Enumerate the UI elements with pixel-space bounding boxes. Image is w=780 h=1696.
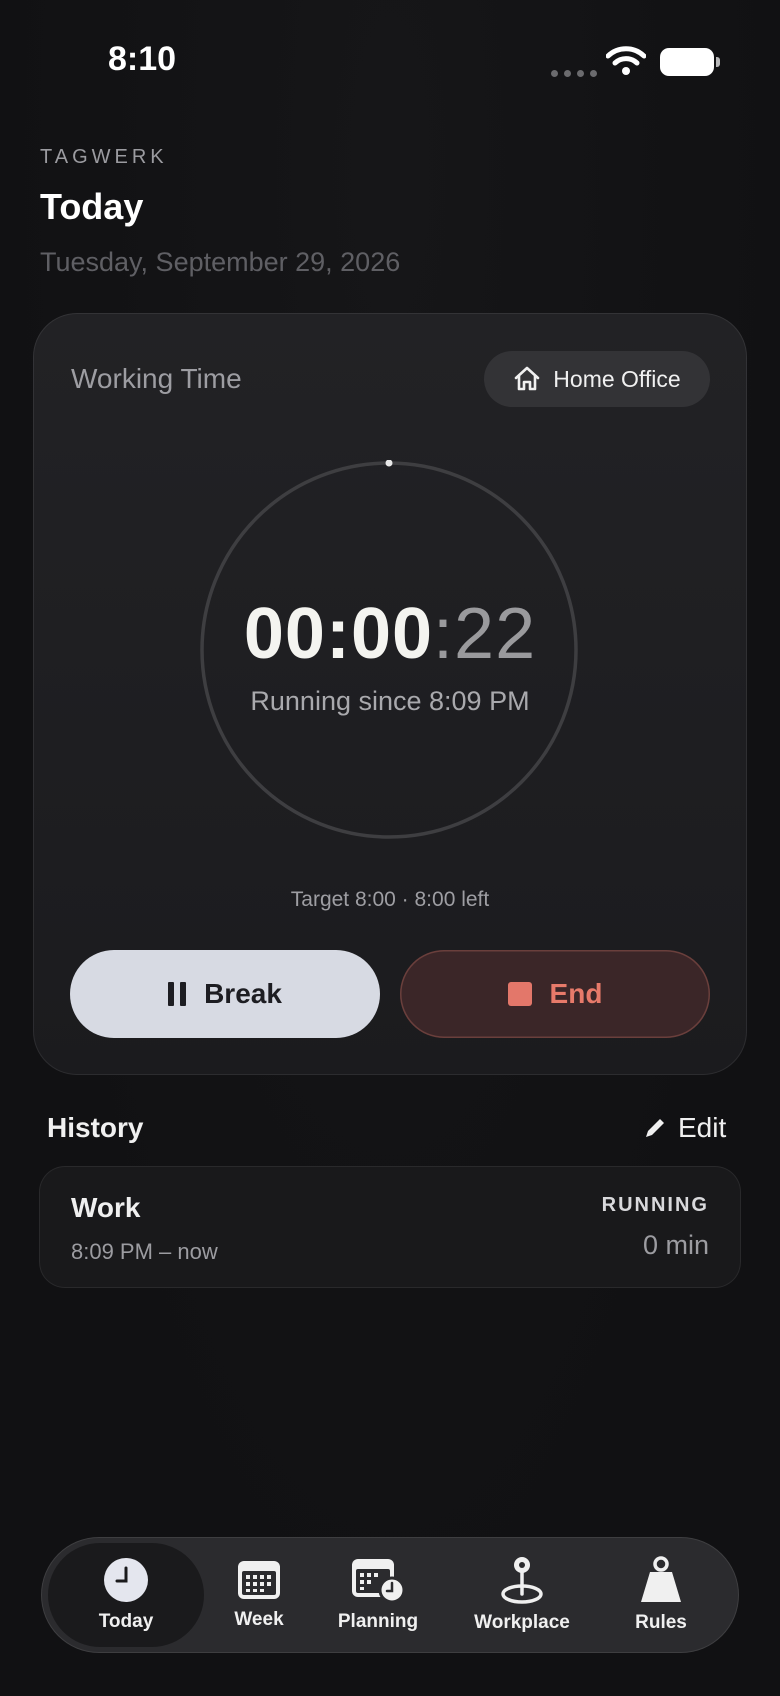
clock-icon: [104, 1558, 148, 1602]
battery-icon: [660, 48, 720, 76]
location-label: Home Office: [553, 365, 681, 392]
tab-workplace[interactable]: Workplace: [447, 1537, 597, 1653]
timer-display: 00:00:22: [33, 593, 747, 675]
stop-icon: [507, 982, 532, 1006]
history-row[interactable]: Work 8:09 PM – now RUNNING 0 min: [39, 1166, 741, 1288]
wifi-icon: [606, 46, 646, 75]
status-time: 8:10: [108, 40, 177, 78]
history-title: History: [47, 1112, 144, 1143]
edit-button[interactable]: Edit: [642, 1112, 726, 1144]
tab-planning[interactable]: Planning: [313, 1537, 443, 1653]
history-status: RUNNING: [601, 1194, 709, 1216]
timer-main: 00:00: [243, 594, 434, 674]
timer-seconds: :22: [433, 594, 537, 674]
app-brand: TAGWERK: [40, 146, 168, 168]
signal-dots-icon: [551, 70, 597, 77]
calendar-icon: [238, 1561, 280, 1599]
weight-icon: [641, 1556, 681, 1602]
tab-rules[interactable]: Rules: [601, 1537, 721, 1653]
edit-label: Edit: [678, 1112, 727, 1143]
progress-indicator: [385, 460, 393, 467]
break-button[interactable]: Break: [70, 950, 380, 1038]
tab-week[interactable]: Week: [209, 1537, 309, 1653]
page-title: Today: [40, 186, 144, 227]
tab-label: Planning: [337, 1611, 419, 1632]
tab-label: Week: [234, 1609, 284, 1630]
location-pin-icon: [501, 1557, 543, 1604]
calendar-clock-icon: [352, 1559, 406, 1603]
card-label: Working Time: [71, 363, 242, 394]
target-info: Target 8:00 · 8:00 left: [290, 888, 490, 911]
tab-label: Rules: [635, 1612, 687, 1633]
location-pill[interactable]: Home Office: [484, 351, 710, 407]
pause-icon: [168, 982, 187, 1006]
tab-label: Workplace: [474, 1612, 570, 1633]
history-kind: Work: [71, 1192, 141, 1223]
tab-today[interactable]: Today: [48, 1543, 204, 1647]
running-since: Running since 8:09 PM: [250, 686, 530, 716]
pencil-icon: [646, 1119, 664, 1137]
screen: 8:10 TAGWERK Today Tuesday, September 29…: [0, 0, 780, 1696]
break-label: Break: [204, 978, 282, 1009]
end-button[interactable]: End: [400, 950, 710, 1038]
working-time-card: Working Time Home Office 00:00:22 Runnin…: [33, 313, 747, 1075]
tab-bar: Today Week Planning Workplace Rules: [41, 1537, 739, 1653]
home-icon: [514, 366, 540, 391]
page-date: Tuesday, September 29, 2026: [40, 247, 401, 277]
tab-label: Today: [98, 1611, 154, 1632]
history-duration: 0 min: [642, 1230, 709, 1260]
history-range: 8:09 PM – now: [71, 1239, 218, 1264]
end-label: End: [549, 978, 603, 1009]
